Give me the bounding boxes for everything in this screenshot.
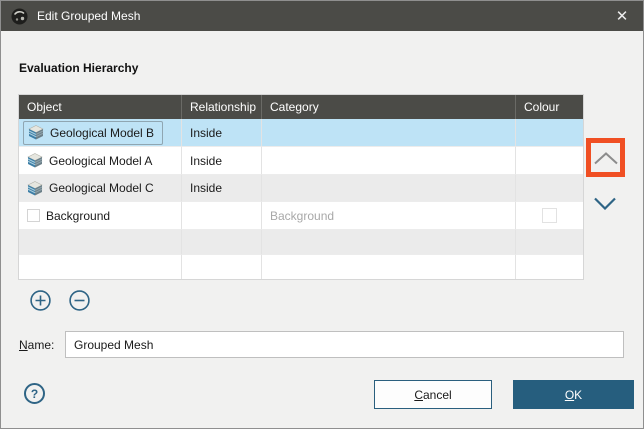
minus-icon: [69, 290, 90, 311]
column-header-colour: Colour: [516, 95, 583, 119]
table-header-row: Object Relationship Category Colour: [19, 95, 583, 119]
table-row-geological-model-a[interactable]: Geological Model A Inside: [19, 147, 583, 175]
category-cell[interactable]: [262, 175, 516, 202]
colour-cell[interactable]: [516, 147, 583, 175]
column-header-relationship: Relationship: [182, 95, 262, 119]
object-label: Background: [46, 209, 110, 223]
object-label: Geological Model B: [50, 126, 154, 140]
object-cell[interactable]: Geological Model A: [19, 147, 182, 175]
object-cell[interactable]: Geological Model B: [19, 119, 182, 147]
close-icon[interactable]: ✕: [611, 5, 633, 27]
move-up-button[interactable]: [592, 149, 620, 167]
geological-model-icon: [27, 181, 43, 196]
category-cell[interactable]: [262, 147, 516, 175]
object-cell[interactable]: Geological Model C: [19, 175, 182, 202]
colour-swatch[interactable]: [542, 208, 557, 223]
section-heading: Evaluation Hierarchy: [19, 61, 138, 75]
window-title: Edit Grouped Mesh: [37, 9, 140, 23]
relationship-cell[interactable]: Inside: [182, 175, 262, 202]
table-row-empty: [19, 230, 583, 255]
object-cell[interactable]: Background: [19, 202, 182, 230]
category-cell[interactable]: Background: [262, 202, 516, 230]
colour-cell[interactable]: [516, 175, 583, 202]
name-input[interactable]: [65, 331, 624, 358]
relationship-cell[interactable]: [182, 202, 262, 230]
geological-model-icon: [28, 125, 44, 140]
geological-model-icon: [27, 153, 43, 168]
table-row-geological-model-c[interactable]: Geological Model C Inside: [19, 175, 583, 202]
category-cell[interactable]: [262, 119, 516, 147]
plus-icon: [30, 290, 51, 311]
column-header-category: Category: [262, 95, 516, 119]
object-label: Geological Model A: [49, 154, 152, 168]
relationship-cell[interactable]: Inside: [182, 119, 262, 147]
name-label: Name:: [19, 338, 54, 352]
title-bar: Edit Grouped Mesh ✕: [1, 1, 643, 31]
chevron-up-icon: [593, 152, 619, 165]
help-button[interactable]: ?: [24, 383, 45, 404]
table-row-empty: [19, 255, 583, 279]
chevron-down-icon: [593, 197, 617, 210]
object-label: Geological Model C: [49, 181, 154, 195]
evaluation-hierarchy-table: Object Relationship Category Colour Geol…: [18, 94, 584, 280]
colour-cell[interactable]: [516, 202, 583, 230]
add-row-button[interactable]: [30, 290, 51, 311]
move-down-button[interactable]: [591, 194, 619, 212]
question-mark-icon: ?: [31, 387, 38, 401]
remove-row-button[interactable]: [69, 290, 90, 311]
colour-cell[interactable]: [516, 119, 583, 147]
relationship-cell[interactable]: Inside: [182, 147, 262, 175]
category-placeholder: Background: [270, 209, 334, 223]
cancel-button[interactable]: Cancel: [374, 380, 492, 409]
selected-cell-focus: Geological Model B: [23, 121, 163, 145]
table-row-geological-model-b[interactable]: Geological Model B Inside: [19, 119, 583, 147]
app-logo-icon: [11, 8, 28, 25]
table-row-background[interactable]: Background Background: [19, 202, 583, 230]
column-header-object: Object: [19, 95, 182, 119]
background-swatch-icon: [27, 209, 40, 222]
edit-grouped-mesh-dialog: Edit Grouped Mesh ✕ Evaluation Hierarchy…: [0, 0, 644, 429]
ok-button[interactable]: OK: [513, 380, 634, 409]
